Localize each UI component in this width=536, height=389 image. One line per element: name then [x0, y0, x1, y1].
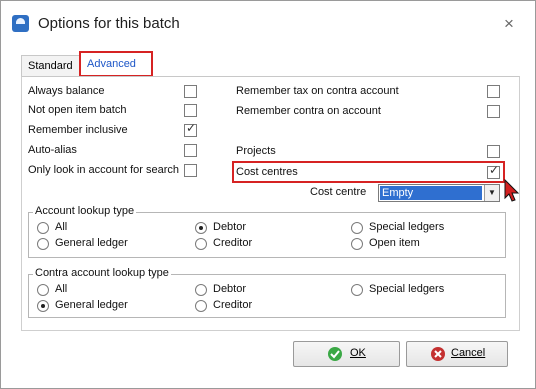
- projects-checkbox[interactable]: [487, 145, 500, 158]
- account-lookup-title: Account lookup type: [33, 205, 137, 217]
- account-lookup-debtor-radio[interactable]: [195, 222, 207, 234]
- account-lookup-all-radio[interactable]: [37, 222, 49, 234]
- title-bar: Options for this batch ×: [1, 1, 535, 41]
- contra-lookup-group: Contra account lookup type All Debtor Sp…: [28, 267, 506, 318]
- account-lookup-all-label: All: [55, 221, 68, 233]
- mouse-cursor-icon: [504, 179, 520, 202]
- account-lookup-special-label: Special ledgers: [369, 221, 445, 233]
- app-icon: [12, 15, 29, 32]
- account-lookup-special-radio[interactable]: [351, 222, 363, 234]
- remember-tax-contra-label: Remember tax on contra account: [236, 85, 399, 97]
- chevron-down-icon[interactable]: ▼: [484, 185, 499, 201]
- remember-inclusive-label: Remember inclusive: [28, 124, 128, 136]
- cost-centres-label: Cost centres: [236, 166, 298, 178]
- contra-lookup-special-label: Special ledgers: [369, 283, 445, 295]
- contra-lookup-debtor-label: Debtor: [213, 283, 247, 295]
- account-lookup-gl-radio[interactable]: [37, 238, 49, 250]
- tab-standard[interactable]: Standard: [21, 55, 80, 76]
- cancel-button[interactable]: Cancel: [406, 341, 508, 367]
- cost-centre-field-label: Cost centre: [310, 186, 367, 198]
- advanced-panel: Always balance Not open item batch Remem…: [21, 76, 520, 331]
- tab-advanced[interactable]: Advanced: [79, 51, 153, 77]
- cancel-button-label: Cancel: [451, 347, 486, 359]
- always-balance-checkbox[interactable]: [184, 85, 197, 98]
- cancel-icon: [431, 347, 445, 361]
- cost-centre-select[interactable]: Empty ▼: [378, 184, 500, 202]
- contra-lookup-creditor-label: Creditor: [213, 299, 253, 311]
- contra-lookup-all-label: All: [55, 283, 68, 295]
- auto-alias-checkbox[interactable]: [184, 144, 197, 157]
- contra-lookup-creditor-radio[interactable]: [195, 300, 207, 312]
- contra-lookup-gl-label: General ledger: [55, 299, 128, 311]
- remember-inclusive-checkbox[interactable]: [184, 121, 197, 137]
- remember-tax-contra-checkbox[interactable]: [487, 85, 500, 98]
- dialog-title: Options for this batch: [38, 15, 180, 32]
- ok-button[interactable]: OK: [293, 341, 400, 367]
- remember-contra-label: Remember contra on account: [236, 105, 381, 117]
- check-icon: [328, 347, 342, 361]
- account-lookup-creditor-label: Creditor: [213, 237, 253, 249]
- close-icon[interactable]: ×: [504, 14, 514, 34]
- account-lookup-gl-label: General ledger: [55, 237, 128, 249]
- account-lookup-debtor-label: Debtor: [213, 221, 247, 233]
- contra-lookup-gl-radio[interactable]: [37, 300, 49, 312]
- cost-centres-checkbox[interactable]: [487, 163, 500, 179]
- account-lookup-openitem-label: Open item: [369, 237, 420, 249]
- options-dialog: Options for this batch × Standard Advanc…: [0, 0, 536, 389]
- projects-label: Projects: [236, 145, 276, 157]
- auto-alias-label: Auto-alias: [28, 144, 77, 156]
- account-lookup-group: Account lookup type All Debtor Special l…: [28, 205, 506, 258]
- contra-lookup-title: Contra account lookup type: [33, 267, 171, 279]
- contra-lookup-all-radio[interactable]: [37, 284, 49, 296]
- account-lookup-creditor-radio[interactable]: [195, 238, 207, 250]
- not-open-item-batch-checkbox[interactable]: [184, 104, 197, 117]
- account-lookup-openitem-radio[interactable]: [351, 238, 363, 250]
- contra-lookup-special-radio[interactable]: [351, 284, 363, 296]
- not-open-item-batch-label: Not open item batch: [28, 104, 127, 116]
- cost-centre-value: Empty: [380, 186, 482, 200]
- ok-button-label: OK: [350, 347, 366, 359]
- only-look-in-account-label: Only look in account for search: [28, 164, 180, 176]
- only-look-in-account-checkbox[interactable]: [184, 164, 197, 177]
- remember-contra-checkbox[interactable]: [487, 105, 500, 118]
- contra-lookup-debtor-radio[interactable]: [195, 284, 207, 296]
- always-balance-label: Always balance: [28, 85, 105, 97]
